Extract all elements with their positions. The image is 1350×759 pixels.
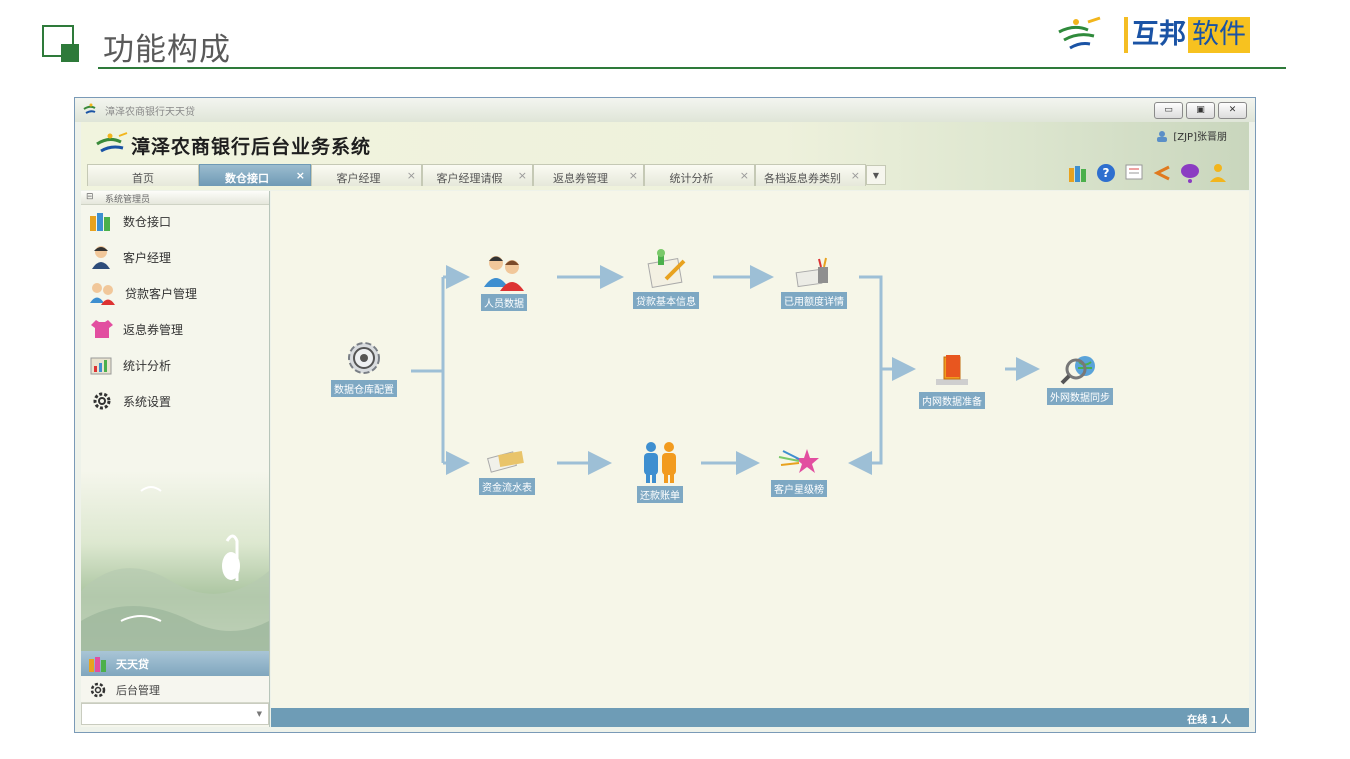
- status-bar: 在线 1 人: [271, 708, 1249, 727]
- close-button[interactable]: ✕: [1218, 102, 1247, 119]
- svg-text:?: ?: [1103, 166, 1110, 180]
- tab-bar: 首页 数仓接口 × 客户经理 × 客户经理请假 × 返息券管理 × 统计分析 ×: [87, 164, 886, 186]
- sidebar-select[interactable]: ▼: [81, 703, 269, 725]
- user-name: [ZJP]张晋朋: [1173, 132, 1227, 143]
- tab-home[interactable]: 首页: [87, 164, 199, 186]
- flow-node-extranet-sync[interactable]: 外网数据同步: [1047, 353, 1113, 405]
- slide-title: 功能构成: [103, 32, 231, 68]
- user-info[interactable]: [ZJP]张晋朋: [1156, 128, 1227, 143]
- sidebar-panel-tiantiandai[interactable]: 天天贷: [81, 651, 269, 676]
- sidebar-landscape-image: [81, 471, 269, 651]
- tab-close-icon[interactable]: ×: [296, 169, 305, 182]
- chart-icon: [90, 357, 112, 375]
- books-icon: [90, 213, 110, 231]
- tab-close-icon[interactable]: ×: [407, 169, 416, 182]
- group-icon: [90, 283, 115, 305]
- tab-close-icon[interactable]: ×: [851, 169, 860, 182]
- help-icon[interactable]: ?: [1095, 162, 1117, 184]
- user-icon: [1157, 130, 1168, 142]
- flow-node-used-quota-details[interactable]: 已用额度详情: [781, 257, 847, 309]
- online-count: 在线 1 人: [1187, 715, 1231, 726]
- slide-divider: [98, 67, 1286, 69]
- flow-node-customer-rating[interactable]: 客户星级榜: [771, 447, 827, 497]
- tab-warehouse-interface[interactable]: 数仓接口 ×: [199, 164, 311, 186]
- logout-user-icon[interactable]: [1207, 162, 1229, 184]
- flow-node-intranet-data-prep[interactable]: 内网数据准备: [919, 353, 985, 409]
- window-titlebar[interactable]: 漳泽农商银行天天贷 ▭ ▣ ✕: [75, 98, 1255, 122]
- notes-icon[interactable]: [1123, 162, 1145, 184]
- sidebar-item-loan-customers[interactable]: 贷款客户管理: [89, 279, 259, 307]
- shirt-icon: [91, 320, 113, 338]
- money-cards-icon: [487, 451, 524, 473]
- slide-title-mark: [42, 25, 79, 62]
- star-icon: [778, 449, 819, 473]
- app-header: 漳泽农商银行后台业务系统 [ZJP]张晋朋 首页 数仓接口 × 客户经理 × 客…: [81, 122, 1249, 190]
- tab-close-icon[interactable]: ×: [740, 169, 749, 182]
- tab-close-icon[interactable]: ×: [518, 169, 527, 182]
- tab-coupon-management[interactable]: 返息券管理 ×: [533, 164, 644, 186]
- magnifier-globe-icon: [1060, 356, 1095, 385]
- people-icon: [644, 442, 676, 483]
- document-edit-icon: [647, 249, 686, 289]
- person-icon: [92, 246, 110, 269]
- books-icon: [89, 656, 106, 672]
- app-logo-icon: [83, 103, 96, 114]
- pencil-cup-icon: [795, 257, 828, 288]
- app-window: 漳泽农商银行天天贷 ▭ ▣ ✕ 漳泽农商银行后台业务系统 [ZJP]张晋朋 首页: [74, 97, 1256, 733]
- minimize-button[interactable]: ▭: [1154, 102, 1183, 119]
- sidebar-item-statistics[interactable]: 统计分析: [89, 351, 259, 379]
- company-logo-text: 互邦 软件: [1124, 17, 1250, 53]
- company-logo-icon: [1058, 16, 1101, 50]
- tab-statistics[interactable]: 统计分析 ×: [644, 164, 755, 186]
- sidebar-header[interactable]: ⊟ 系统管理员: [81, 191, 269, 205]
- tab-coupon-categories[interactable]: 各档返息券类别 ×: [755, 164, 866, 186]
- flow-node-cashflow-table[interactable]: 资金流水表: [479, 445, 535, 495]
- tab-account-manager[interactable]: 客户经理 ×: [311, 164, 422, 186]
- sidebar-item-warehouse-interface[interactable]: 数仓接口: [89, 207, 259, 235]
- tab-overflow-dropdown[interactable]: ▼: [866, 165, 886, 185]
- flow-node-personnel-data[interactable]: 人员数据: [481, 253, 527, 311]
- app-logo-icon: [96, 132, 128, 153]
- chat-icon[interactable]: [1179, 162, 1201, 184]
- gear-icon: [348, 342, 380, 374]
- sidebar-item-system-settings[interactable]: 系统设置: [89, 387, 259, 415]
- toolbar-icons: ?: [1067, 162, 1229, 184]
- flow-node-repayment-bill[interactable]: 还款账单: [637, 441, 683, 503]
- flow-node-warehouse-config[interactable]: 数据仓库配置: [331, 339, 397, 397]
- back-arrow-icon[interactable]: [1151, 162, 1173, 184]
- sidebar-item-account-manager[interactable]: 客户经理: [89, 243, 259, 271]
- book-stack-icon: [936, 355, 968, 385]
- gear-icon: [90, 682, 106, 697]
- sidebar-panel-backend[interactable]: 后台管理: [81, 677, 269, 703]
- sidebar-item-coupon-management[interactable]: 返息券管理: [89, 315, 259, 343]
- restore-button[interactable]: ▣: [1186, 102, 1215, 119]
- users-icon: [484, 256, 524, 291]
- chevron-down-icon: ▼: [256, 710, 262, 718]
- tab-close-icon[interactable]: ×: [629, 169, 638, 182]
- window-title: 漳泽农商银行天天贷: [105, 107, 195, 118]
- collapse-icon[interactable]: ⊟: [86, 192, 94, 202]
- gear-icon: [93, 392, 111, 410]
- main-content: 数据仓库配置 人员数据 贷款基本信息 已用额度详情 资金流水表 还款账单 客户星…: [271, 191, 1249, 708]
- app-title: 漳泽农商银行后台业务系统: [131, 136, 372, 158]
- books-icon[interactable]: [1067, 162, 1089, 184]
- tab-manager-leave[interactable]: 客户经理请假 ×: [422, 164, 533, 186]
- sidebar: ⊟ 系统管理员 数仓接口 客户经理 贷款客户管理 返息券管理 统计分析 系统设置…: [81, 191, 270, 727]
- flow-node-loan-basic-info[interactable]: 贷款基本信息: [633, 249, 699, 309]
- flow-connectors: [411, 265, 1040, 475]
